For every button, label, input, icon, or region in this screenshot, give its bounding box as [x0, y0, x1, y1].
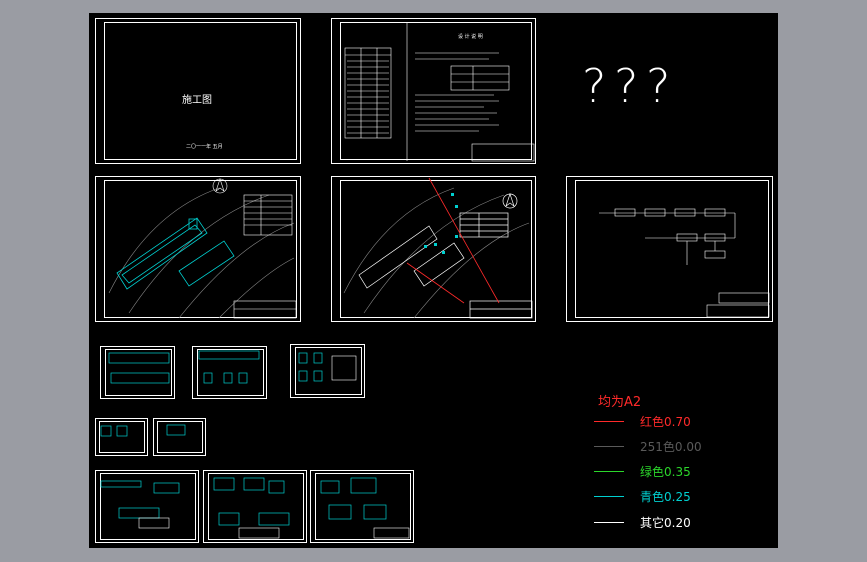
legend-label: 青色0.25 — [640, 490, 691, 504]
legend-label: 251色0.00 — [640, 440, 702, 454]
legend-swatch — [594, 471, 624, 472]
legend-row-cyan: 青色0.25 — [594, 488, 744, 504]
legend-row-other: 其它0.20 — [594, 514, 744, 530]
legend-row-red: 红色0.70 — [594, 413, 744, 429]
legend-label: 绿色0.35 — [640, 465, 691, 479]
legend-swatch — [594, 446, 624, 447]
legend-swatch — [594, 496, 624, 497]
legend-swatch — [594, 421, 624, 422]
legend-row-251: 251色0.00 — [594, 438, 744, 454]
placeholder-question-mark-3: ? — [646, 59, 671, 113]
placeholder-question-mark-1: ? — [582, 59, 607, 113]
legend-row-green: 绿色0.35 — [594, 463, 744, 479]
legend-heading: 均为A2 — [598, 395, 642, 410]
legend-label: 红色0.70 — [640, 415, 691, 429]
legend-swatch — [594, 522, 624, 523]
drawing-canvas[interactable]: 施工图 二〇一一年 五月 设 计 说 明 ? ? ? 均为A2 红色0.70 2… — [89, 13, 778, 548]
legend-label: 其它0.20 — [640, 516, 691, 530]
placeholder-question-mark-2: ? — [614, 59, 639, 113]
